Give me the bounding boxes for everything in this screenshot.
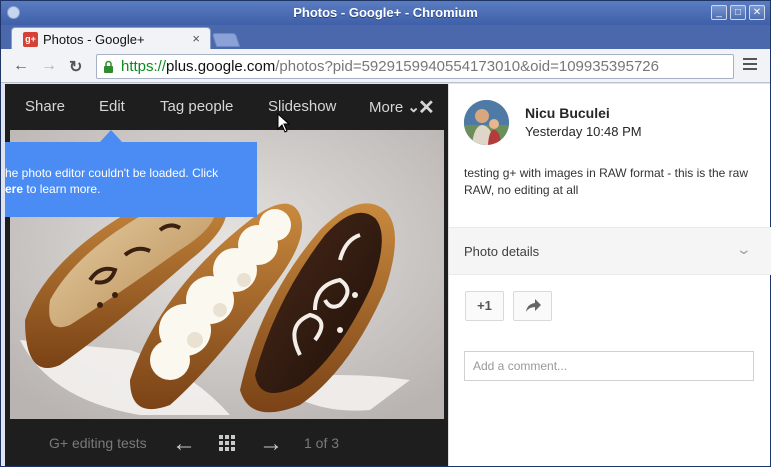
more-label: More (369, 99, 404, 116)
lightbox-footer: G+ editing tests ← → 1 of 3 (5, 420, 448, 466)
url-scheme: https:// (121, 58, 167, 75)
window-titlebar[interactable]: Photos - Google+ - Chromium _ □ ✕ (1, 1, 770, 25)
error-message-line2: to learn more. (23, 182, 101, 196)
browser-menu-icon[interactable] (743, 58, 757, 73)
author-name-link[interactable]: Nicu Buculei (525, 105, 610, 121)
share-post-button[interactable] (513, 291, 552, 321)
photo-details-label: Photo details (464, 244, 540, 259)
close-lightbox-icon[interactable]: ✕ (418, 95, 435, 120)
next-photo-arrow-icon[interactable]: → (259, 430, 283, 458)
url-host: plus.google.com (166, 58, 276, 75)
back-button[interactable]: ← (13, 57, 29, 75)
tab-photos-google-plus[interactable]: g+ Photos - Google+ × (11, 27, 211, 49)
author-avatar-image (464, 100, 509, 145)
learn-more-link[interactable]: ere (5, 182, 23, 196)
mouse-pointer-icon (277, 113, 291, 133)
album-name-link[interactable]: G+ editing tests (49, 435, 147, 451)
google-plus-favicon-icon: g+ (23, 32, 38, 47)
photo-counter: 1 of 3 (304, 435, 340, 451)
comment-box (464, 351, 754, 381)
photo-editor-error-tooltip: he photo editor couldn't be loaded. Clic… (5, 142, 257, 217)
edit-button[interactable]: Edit (99, 98, 125, 115)
comment-input[interactable] (465, 352, 753, 380)
tab-close-icon[interactable]: × (192, 31, 200, 46)
browser-toolbar: ← → ↻ https://plus.google.com/photos?pid… (1, 49, 770, 83)
lightbox-actions-bar: Share Edit Tag people Slideshow More ⌄ ✕ (5, 84, 448, 129)
grid-view-icon[interactable] (219, 435, 235, 451)
browser-window: Photos - Google+ - Chromium _ □ ✕ g+ Pho… (0, 0, 771, 467)
close-window-button[interactable]: ✕ (749, 5, 765, 20)
share-button[interactable]: Share (25, 98, 65, 115)
forward-button[interactable]: → (41, 57, 57, 75)
reload-button[interactable]: ↻ (69, 57, 82, 77)
tab-strip: g+ Photos - Google+ × (1, 25, 770, 49)
post-side-panel: Nicu Buculei Yesterday 10:48 PM testing … (448, 84, 771, 466)
lock-icon (104, 60, 113, 73)
more-button[interactable]: More ⌄ (369, 98, 420, 116)
share-arrow-icon (526, 299, 541, 312)
address-bar[interactable]: https://plus.google.com/photos?pid=59291… (96, 54, 734, 79)
window-title: Photos - Google+ - Chromium (293, 5, 478, 20)
page-content: Share Edit Tag people Slideshow More ⌄ ✕ (5, 84, 771, 466)
new-tab-button[interactable] (211, 33, 241, 47)
plus-one-button[interactable]: +1 (465, 291, 504, 321)
tag-people-button[interactable]: Tag people (160, 98, 233, 115)
post-text: testing g+ with images in RAW format - t… (464, 166, 748, 197)
photo-details-toggle[interactable]: Photo details ⌄ (449, 227, 771, 275)
url-path: /photos?pid=5929159940554173010&oid=1099… (275, 58, 659, 75)
minimize-button[interactable]: _ (711, 5, 727, 20)
tooltip-pointer (100, 130, 122, 142)
chevron-down-icon: ⌄ (735, 241, 753, 257)
previous-photo-arrow-icon[interactable]: ← (172, 430, 196, 458)
error-message-line1: he photo editor couldn't be loaded. Clic… (5, 166, 219, 180)
avatar[interactable] (464, 100, 509, 145)
maximize-button[interactable]: □ (730, 5, 746, 20)
tab-label: Photos - Google+ (43, 32, 145, 47)
post-timestamp-link[interactable]: Yesterday 10:48 PM (525, 124, 642, 139)
photo-lightbox: Share Edit Tag people Slideshow More ⌄ ✕ (5, 84, 448, 466)
